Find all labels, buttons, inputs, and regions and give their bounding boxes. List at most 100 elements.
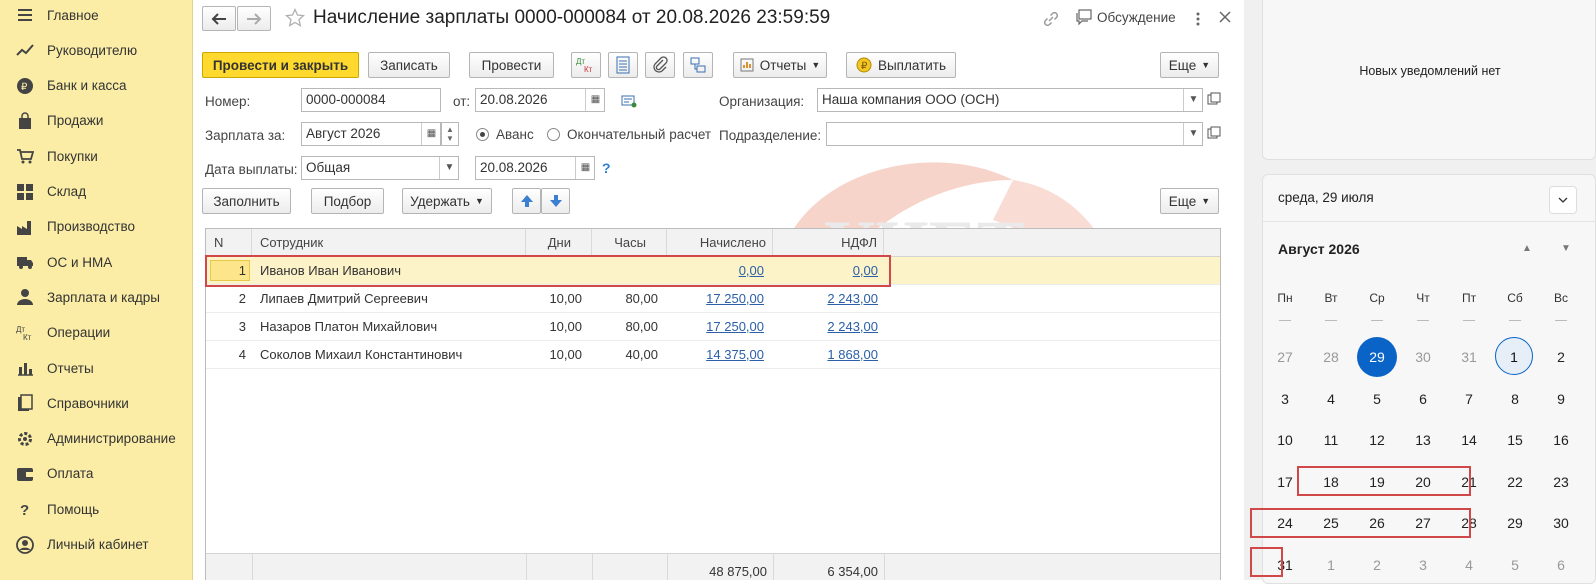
dtkt-button[interactable]: Дт Кт bbox=[571, 52, 601, 78]
history-icon[interactable] bbox=[621, 94, 637, 111]
discussion-button[interactable]: Обсуждение bbox=[1075, 9, 1176, 25]
radio-final[interactable] bbox=[547, 128, 560, 141]
calendar-day[interactable]: 1 bbox=[1311, 555, 1351, 575]
table-row[interactable]: 3 Назаров Платон Михайлович 10,00 80,00 17 2… bbox=[206, 313, 1220, 341]
calendar-day[interactable]: 13 bbox=[1403, 430, 1443, 450]
calendar-day[interactable]: 31 bbox=[1449, 347, 1489, 367]
calendar-day[interactable]: 29 bbox=[1495, 513, 1535, 533]
table-row[interactable]: 4 Соколов Михаил Константинович 10,00 40,00… bbox=[206, 341, 1220, 369]
calendar-day[interactable]: 4 bbox=[1311, 389, 1351, 409]
open-icon[interactable] bbox=[1207, 126, 1221, 143]
sidebar-item-6[interactable]: Производство bbox=[0, 209, 192, 245]
sidebar-item-7[interactable]: ОС и НМА bbox=[0, 244, 192, 280]
calendar-day[interactable]: 5 bbox=[1495, 555, 1535, 575]
sidebar-item-13[interactable]: Оплата bbox=[0, 456, 192, 492]
col-header-days[interactable]: Дни bbox=[526, 229, 592, 257]
calendar-day[interactable]: 15 bbox=[1495, 430, 1535, 450]
sidebar-item-3[interactable]: Продажи bbox=[0, 103, 192, 139]
pay-button[interactable]: ₽ Выплатить bbox=[846, 52, 956, 78]
dropdown-icon[interactable]: ▼ bbox=[1183, 123, 1202, 145]
cell-accrued[interactable]: 17 250,00 bbox=[667, 285, 764, 312]
calendar-day[interactable]: 22 bbox=[1495, 472, 1535, 492]
journal-button[interactable] bbox=[608, 52, 638, 78]
calendar-day[interactable]: 9 bbox=[1541, 389, 1581, 409]
calendar-day[interactable]: 6 bbox=[1403, 389, 1443, 409]
calendar-day[interactable]: 10 bbox=[1265, 430, 1305, 450]
pick-button[interactable]: Подбор bbox=[311, 188, 384, 214]
salary-period-field[interactable]: Август 2026 ▦ bbox=[301, 122, 441, 146]
radio-advance[interactable] bbox=[476, 128, 489, 141]
more-button[interactable]: Еще ▼ bbox=[1160, 52, 1219, 78]
calendar-day[interactable]: 29 bbox=[1357, 337, 1397, 377]
structure-button[interactable] bbox=[683, 52, 713, 78]
sidebar-item-5[interactable]: Склад bbox=[0, 174, 192, 210]
calendar-icon[interactable]: ▦ bbox=[421, 123, 440, 145]
save-button[interactable]: Записать bbox=[368, 52, 450, 78]
period-stepper[interactable]: ▲ ▼ bbox=[441, 122, 459, 146]
cell-ndfl[interactable]: 1 868,00 bbox=[773, 341, 878, 368]
next-month-icon[interactable]: ▼ bbox=[1561, 243, 1571, 254]
sidebar-item-15[interactable]: Личный кабинет bbox=[0, 527, 192, 563]
help-link[interactable]: ? bbox=[602, 160, 611, 176]
today-label[interactable]: среда, 29 июля bbox=[1278, 190, 1374, 205]
open-icon[interactable] bbox=[1207, 92, 1221, 109]
sidebar-item-2[interactable]: ₽ Банк и касса bbox=[0, 68, 192, 104]
col-header-ndfl[interactable]: НДФЛ bbox=[773, 229, 884, 257]
calendar-day[interactable]: 3 bbox=[1403, 555, 1443, 575]
col-header-n[interactable]: N bbox=[206, 229, 252, 257]
month-label[interactable]: Август 2026 bbox=[1278, 241, 1360, 257]
calendar-day[interactable]: 2 bbox=[1357, 555, 1397, 575]
calendar-day[interactable]: 8 bbox=[1495, 389, 1535, 409]
more-vertical-icon[interactable] bbox=[1193, 10, 1203, 28]
step-up-icon[interactable]: ▲ bbox=[446, 125, 454, 134]
prev-month-icon[interactable]: ▲ bbox=[1522, 243, 1532, 254]
close-icon[interactable] bbox=[1218, 10, 1232, 27]
calendar-day[interactable]: 12 bbox=[1357, 430, 1397, 450]
col-header-employee[interactable]: Сотрудник bbox=[252, 229, 526, 257]
table-more-button[interactable]: Еще ▼ bbox=[1160, 188, 1219, 214]
department-field[interactable]: ▼ bbox=[826, 122, 1203, 146]
calendar-day[interactable]: 28 bbox=[1311, 347, 1351, 367]
cell-accrued[interactable]: 17 250,00 bbox=[667, 313, 764, 340]
sidebar-item-0[interactable]: Главное bbox=[0, 0, 192, 33]
calendar-day[interactable]: 7 bbox=[1449, 389, 1489, 409]
calendar-day[interactable]: 27 bbox=[1265, 347, 1305, 367]
sidebar-item-10[interactable]: Отчеты bbox=[0, 350, 192, 386]
move-down-button[interactable] bbox=[541, 188, 570, 214]
sidebar-item-4[interactable]: Покупки bbox=[0, 138, 192, 174]
col-header-accrued[interactable]: Начислено bbox=[667, 229, 773, 257]
dropdown-icon[interactable]: ▼ bbox=[1183, 89, 1202, 111]
calendar-day[interactable]: 11 bbox=[1311, 430, 1351, 450]
sidebar-item-12[interactable]: Администрирование bbox=[0, 421, 192, 457]
dropdown-icon[interactable]: ▼ bbox=[439, 157, 458, 179]
calendar-day[interactable]: 6 bbox=[1541, 555, 1581, 575]
cell-ndfl[interactable]: 2 243,00 bbox=[773, 313, 878, 340]
sidebar-item-8[interactable]: Зарплата и кадры bbox=[0, 279, 192, 315]
col-header-hours[interactable]: Часы bbox=[592, 229, 667, 257]
calendar-day[interactable]: 23 bbox=[1541, 472, 1581, 492]
forward-button[interactable] bbox=[237, 6, 271, 31]
post-and-close-button[interactable]: Провести и закрыть bbox=[202, 52, 359, 78]
sidebar-item-9[interactable]: Дт Кт Операции bbox=[0, 315, 192, 351]
favorite-star-icon[interactable] bbox=[284, 7, 306, 31]
calendar-day[interactable]: 2 bbox=[1541, 347, 1581, 367]
reports-dropdown[interactable]: Отчеты ▼ bbox=[733, 52, 827, 78]
calendar-day[interactable]: 4 bbox=[1449, 555, 1489, 575]
calendar-day[interactable]: 30 bbox=[1403, 347, 1443, 367]
post-button[interactable]: Провести bbox=[469, 52, 554, 78]
step-down-icon[interactable]: ▼ bbox=[446, 134, 454, 143]
calendar-day[interactable]: 1 bbox=[1495, 337, 1533, 375]
hold-dropdown[interactable]: Удержать ▼ bbox=[402, 188, 492, 214]
calendar-day[interactable]: 5 bbox=[1357, 389, 1397, 409]
calendar-day[interactable]: 30 bbox=[1541, 513, 1581, 533]
table-row[interactable]: 2 Липаев Дмитрий Сергеевич 10,00 80,00 17 25… bbox=[206, 285, 1220, 313]
attach-button[interactable] bbox=[645, 52, 675, 78]
collapse-button[interactable] bbox=[1549, 186, 1577, 214]
cell-ndfl[interactable]: 2 243,00 bbox=[773, 285, 878, 312]
pay-date-type-field[interactable]: Общая ▼ bbox=[301, 156, 459, 180]
fill-button[interactable]: Заполнить bbox=[202, 188, 291, 214]
back-button[interactable] bbox=[202, 6, 236, 31]
organization-field[interactable]: Наша компания ООО (ОСН) ▼ bbox=[817, 88, 1203, 112]
move-up-button[interactable] bbox=[512, 188, 541, 214]
calendar-icon[interactable]: ▦ bbox=[585, 89, 604, 111]
